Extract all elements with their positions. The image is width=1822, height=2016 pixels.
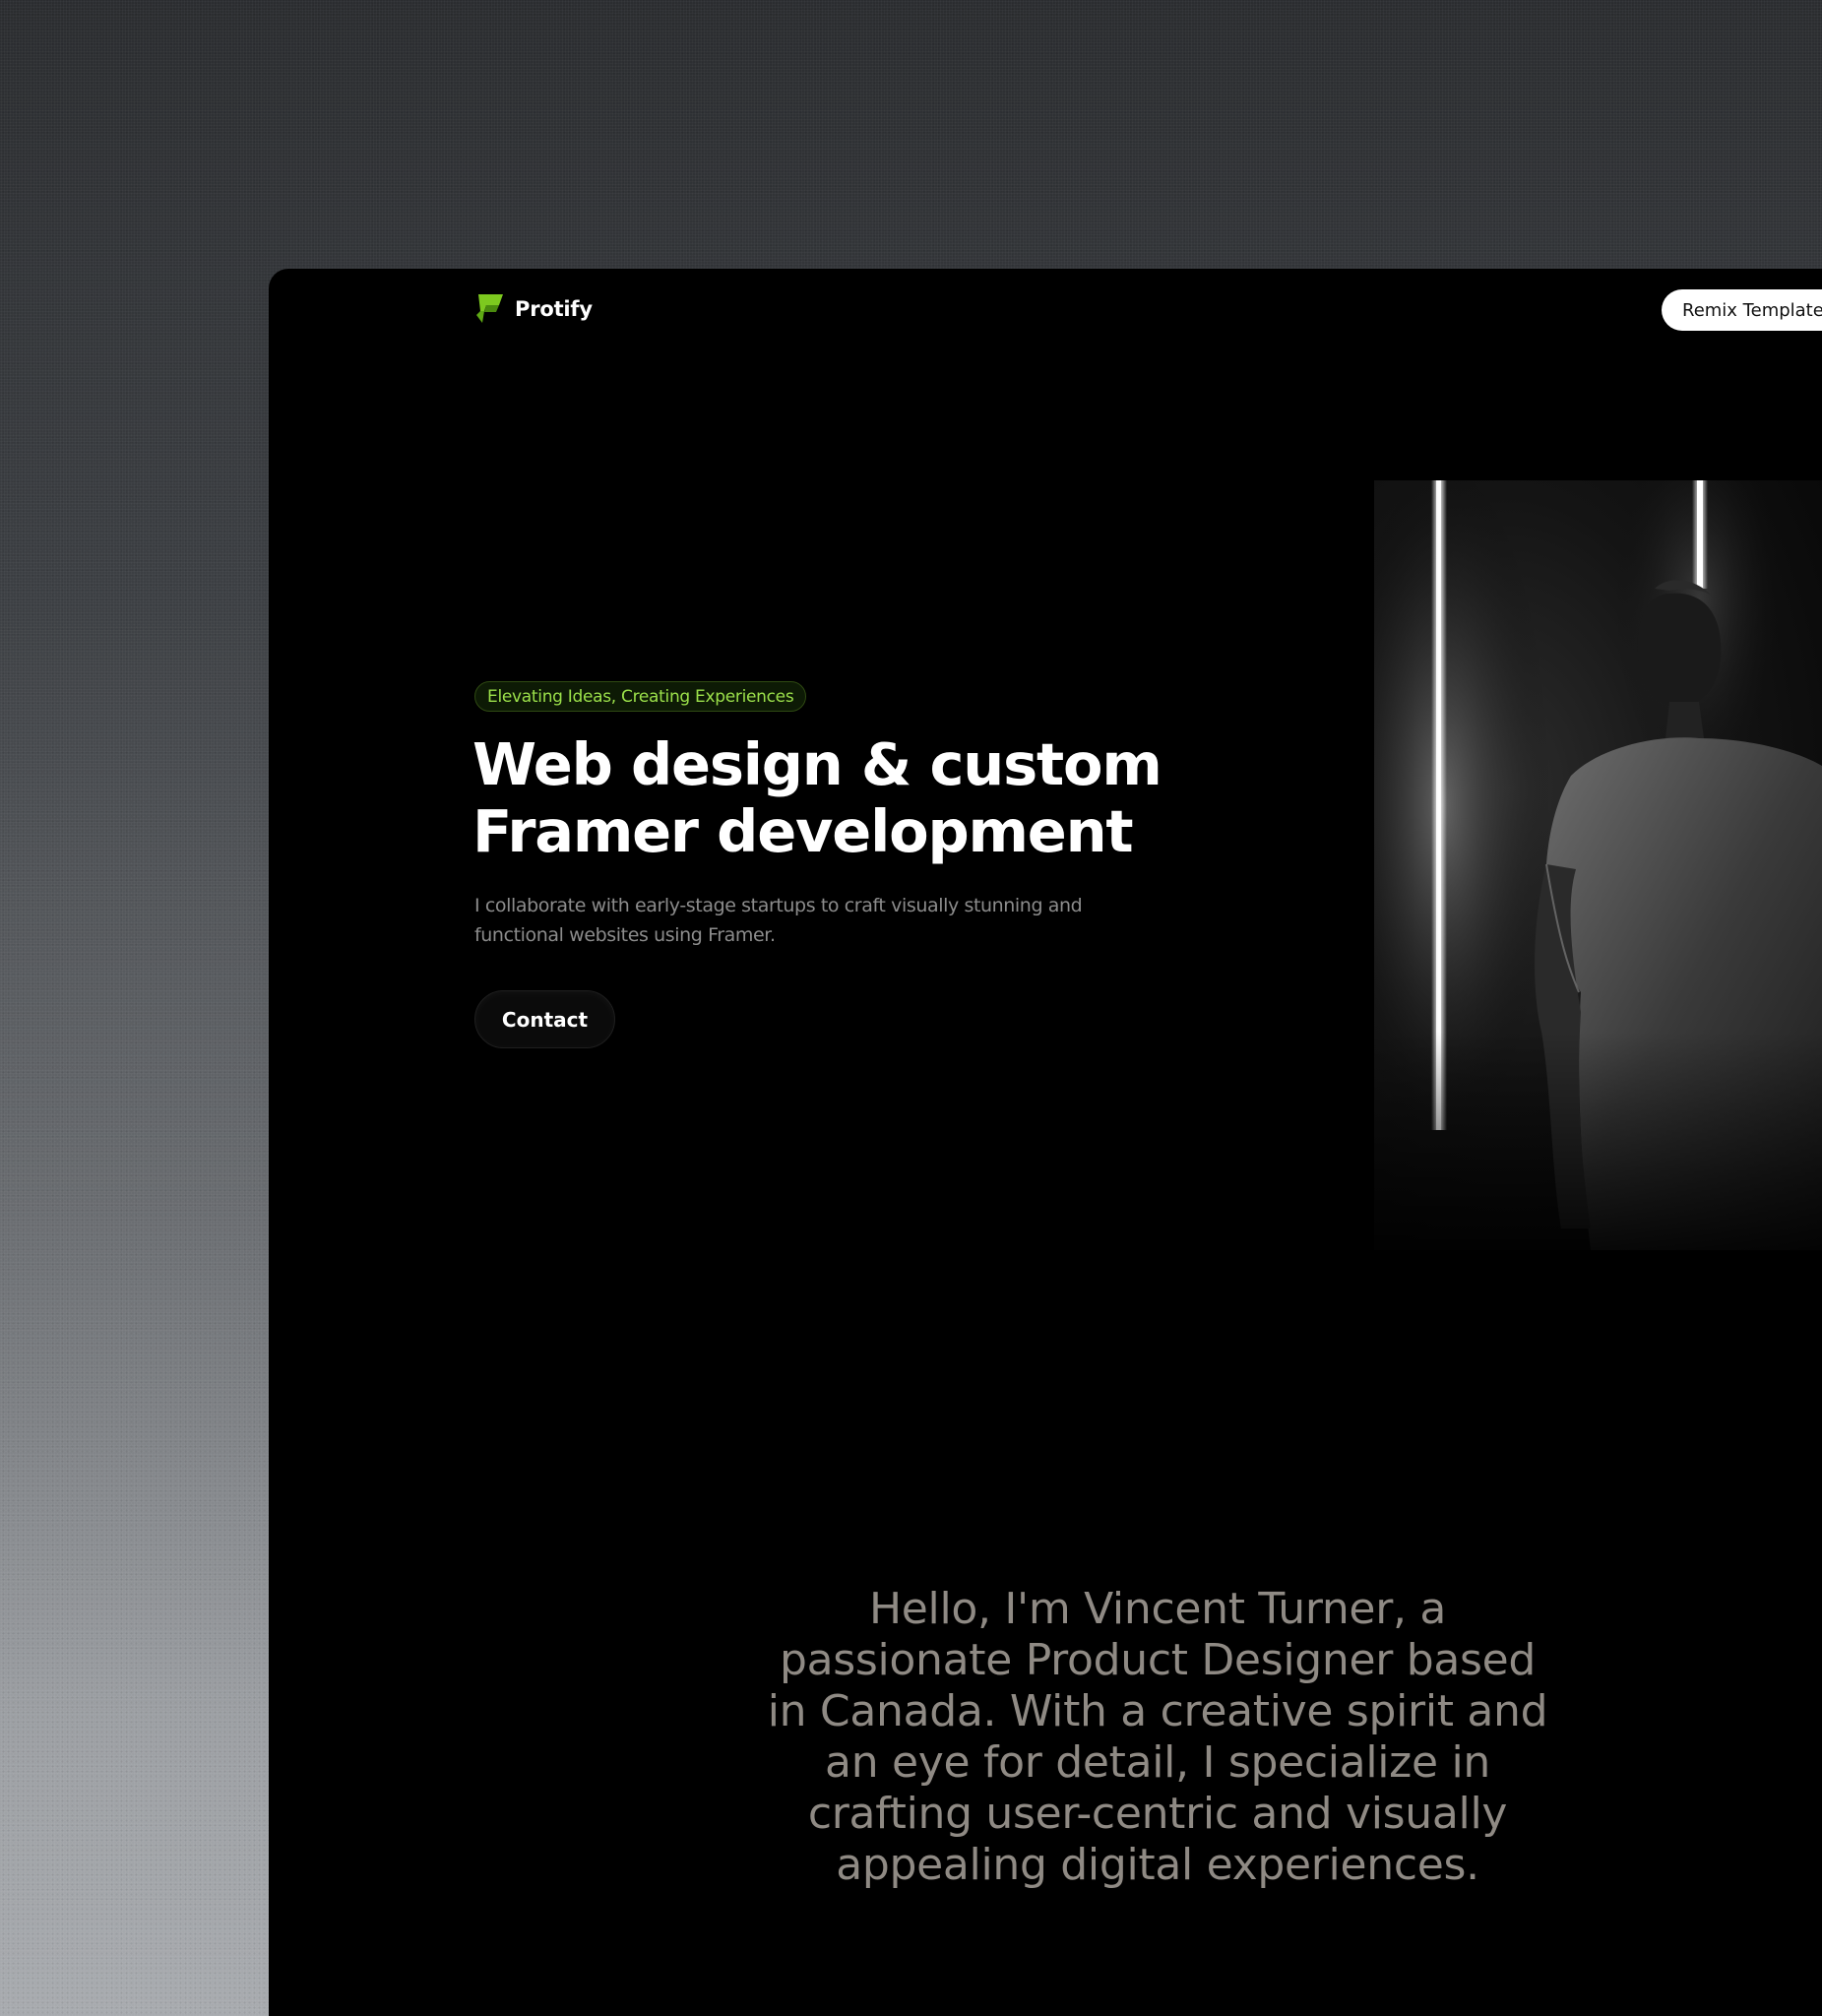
hero-portrait-image: [1374, 480, 1822, 1250]
brand-logo-link[interactable]: Protify: [474, 292, 593, 325]
portrait-illustration: [1374, 480, 1822, 1250]
intro-paragraph: Hello, I'm Vincent Turner, a passionate …: [767, 1584, 1548, 1890]
browser-window: Protify Remix Template Elevating Ideas, …: [269, 269, 1822, 2016]
brand-name: Protify: [515, 296, 593, 321]
remix-template-button[interactable]: Remix Template: [1662, 289, 1822, 331]
protify-logo-icon: [476, 294, 503, 323]
hero-title: Web design & custom Framer development: [472, 730, 1162, 865]
hero-description: I collaborate with early-stage startups …: [474, 895, 1083, 946]
contact-button[interactable]: Contact: [474, 990, 615, 1048]
hero-badge: Elevating Ideas, Creating Experiences: [474, 681, 807, 712]
